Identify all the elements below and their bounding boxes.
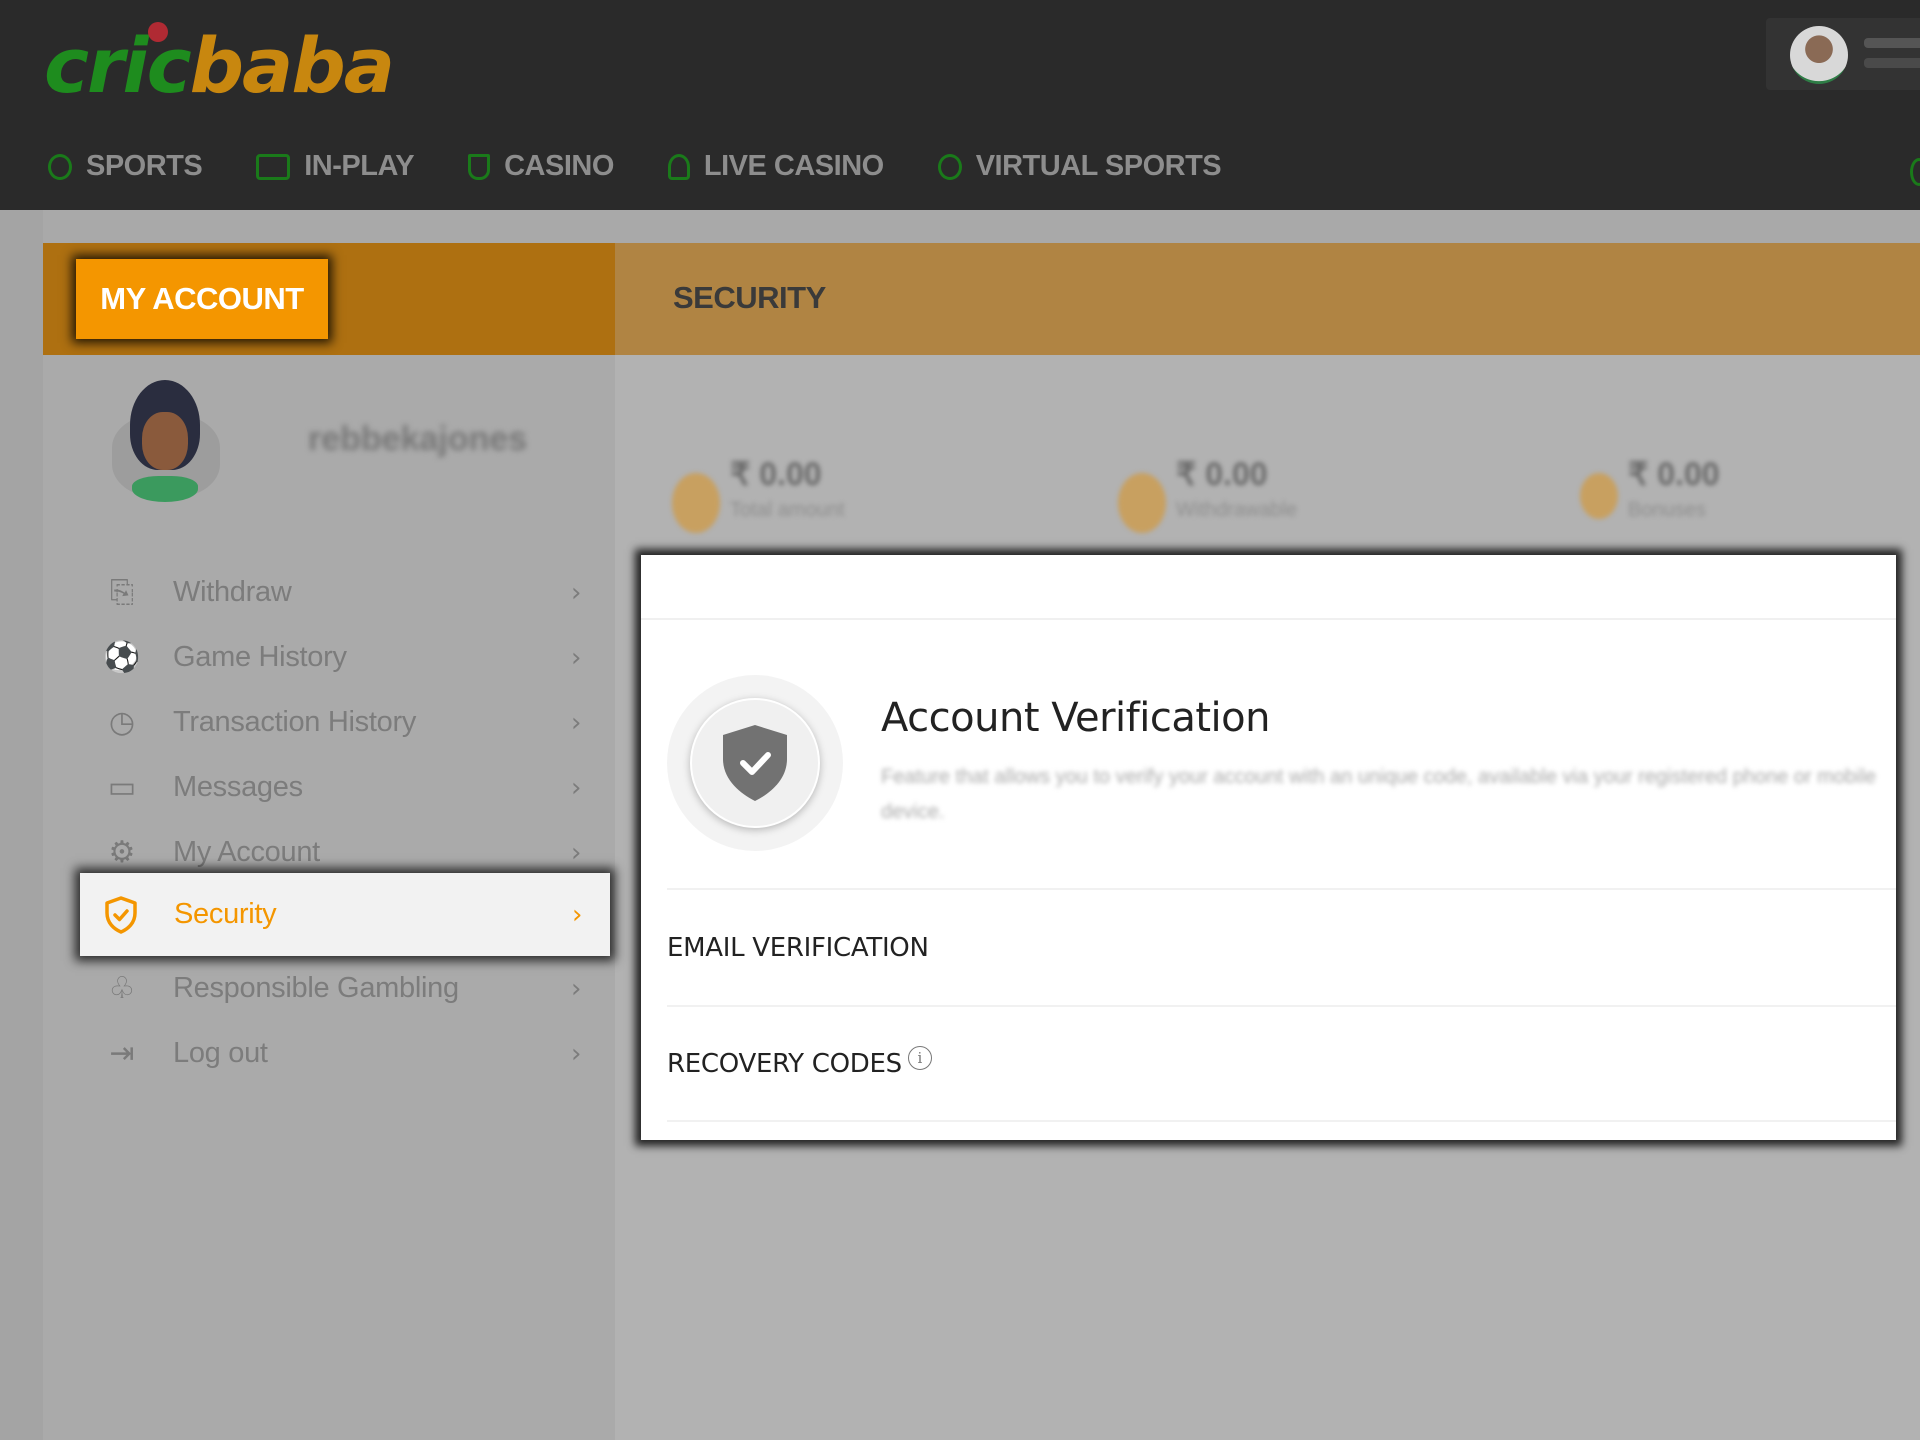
menu-item-transaction-history[interactable]: ◷ Transaction History ›	[43, 690, 615, 755]
menu-item-log-out[interactable]: ⇥ Log out ›	[43, 1021, 615, 1086]
menu-item-label: My Account	[173, 836, 320, 868]
balance-amount: ₹ 0.00	[1176, 456, 1268, 492]
account-verification-description: Feature that allows you to verify your a…	[881, 766, 1877, 823]
menu-item-label: Transaction History	[173, 706, 417, 738]
chevron-right-icon: ›	[571, 772, 582, 803]
verification-badge	[667, 675, 843, 851]
email-verification-row[interactable]: EMAIL VERIFICATION	[667, 888, 1896, 1005]
cricbaba-logo[interactable]: cricbaba	[44, 22, 395, 104]
menu-item-label: Responsible Gambling	[173, 972, 459, 1004]
user-name-blurred	[1864, 38, 1920, 48]
spade-icon	[667, 153, 690, 180]
cricket-ball-icon	[148, 22, 168, 42]
responsible-gambling-icon: ♧	[108, 972, 136, 1005]
nav-label: CASINO	[504, 150, 614, 182]
recovery-codes-label: RECOVERY CODES	[667, 1048, 902, 1079]
user-avatar	[1790, 26, 1848, 84]
menu-item-label: Log out	[173, 1037, 268, 1069]
nav-label: LIVE CASINO	[703, 150, 884, 182]
panel-top-bar	[641, 555, 1896, 620]
balance-label: Withdrawable	[1176, 499, 1298, 521]
balance-label: Total amount	[730, 499, 845, 521]
nav-overflow-icon[interactable]	[1910, 158, 1920, 186]
balance-amount: ₹ 0.00	[730, 456, 822, 492]
messages-icon: ▭	[107, 771, 137, 804]
logo-text-cric: cric	[44, 21, 192, 110]
chevron-right-icon: ›	[571, 707, 582, 738]
recovery-codes-row[interactable]: RECOVERY CODES i	[667, 1005, 1896, 1122]
chevron-right-icon: ›	[572, 899, 583, 930]
sports-icon	[48, 153, 72, 180]
page-gutter	[0, 210, 43, 1440]
withdrawable-icon	[1118, 473, 1166, 533]
chevron-right-icon: ›	[571, 1038, 582, 1069]
nav-live-casino[interactable]: LIVE CASINO	[667, 150, 884, 183]
gear-icon: ⚙	[108, 836, 136, 869]
nav-in-play[interactable]: IN-PLAY	[256, 150, 415, 183]
transaction-history-icon: ◷	[108, 706, 136, 739]
security-panel: Account Verification Feature that allows…	[641, 555, 1896, 1140]
menu-item-label: Messages	[173, 771, 303, 803]
virtual-sports-icon	[937, 153, 962, 180]
nav-casino[interactable]: CASINO	[468, 150, 614, 183]
nav-label: SPORTS	[86, 150, 203, 182]
section-title: SECURITY	[673, 280, 826, 315]
game-history-icon: ⚽	[103, 641, 141, 674]
chevron-right-icon: ›	[571, 837, 582, 868]
main-nav: SPORTS IN-PLAY CASINO LIVE CASINO VIRTUA…	[48, 150, 1222, 183]
balance-bonuses: ₹ 0.00 Bonuses	[1580, 455, 1720, 522]
email-verification-label: EMAIL VERIFICATION	[667, 932, 929, 963]
menu-item-label: Security	[174, 898, 277, 930]
menu-item-messages[interactable]: ▭ Messages ›	[43, 755, 615, 820]
nav-sports[interactable]: SPORTS	[48, 150, 203, 183]
nav-virtual-sports[interactable]: VIRTUAL SPORTS	[937, 150, 1222, 183]
balance-total: ₹ 0.00 Total amount	[672, 455, 845, 533]
logo-text-baba: baba	[189, 21, 395, 110]
shield-check-icon	[723, 725, 787, 801]
balance-withdrawable: ₹ 0.00 Withdrawable	[1118, 455, 1297, 533]
nav-label: IN-PLAY	[304, 150, 415, 182]
menu-item-label: Withdraw	[173, 576, 292, 608]
account-menu-lower: ♧ Responsible Gambling › ⇥ Log out ›	[43, 956, 615, 1086]
account-verification-title: Account Verification	[881, 695, 1270, 741]
balance-label: Bonuses	[1628, 499, 1706, 521]
withdraw-icon: ⎘	[110, 575, 134, 609]
profile-avatar	[110, 380, 222, 502]
bonus-icon	[1580, 473, 1618, 519]
user-profile-chip[interactable]	[1766, 18, 1920, 90]
menu-item-responsible-gambling[interactable]: ♧ Responsible Gambling ›	[43, 956, 615, 1021]
account-menu: ⎘ Withdraw › ⚽ Game History › ◷ Transact…	[43, 560, 615, 1070]
menu-item-security[interactable]: Security ›	[80, 873, 610, 956]
menu-item-label: Game History	[173, 641, 347, 673]
profile-username: rebbekajones	[308, 420, 528, 458]
casino-icon	[468, 153, 491, 180]
my-account-button[interactable]: MY ACCOUNT	[76, 259, 328, 339]
top-header: cricbaba SPORTS IN-PLAY CASINO LIVE CASI…	[0, 0, 1920, 210]
menu-item-game-history[interactable]: ⚽ Game History ›	[43, 625, 615, 690]
wallet-icon	[672, 473, 720, 533]
chevron-right-icon: ›	[571, 642, 582, 673]
play-icon	[256, 153, 291, 180]
chevron-right-icon: ›	[571, 577, 582, 608]
balance-amount: ₹ 0.00	[1628, 456, 1720, 492]
logout-icon: ⇥	[109, 1037, 135, 1070]
info-icon[interactable]: i	[907, 1045, 932, 1070]
menu-item-withdraw[interactable]: ⎘ Withdraw ›	[43, 560, 615, 625]
chevron-right-icon: ›	[571, 973, 582, 1004]
nav-label: VIRTUAL SPORTS	[975, 150, 1222, 182]
user-balance-blurred	[1864, 58, 1920, 68]
shield-check-icon	[102, 895, 140, 934]
